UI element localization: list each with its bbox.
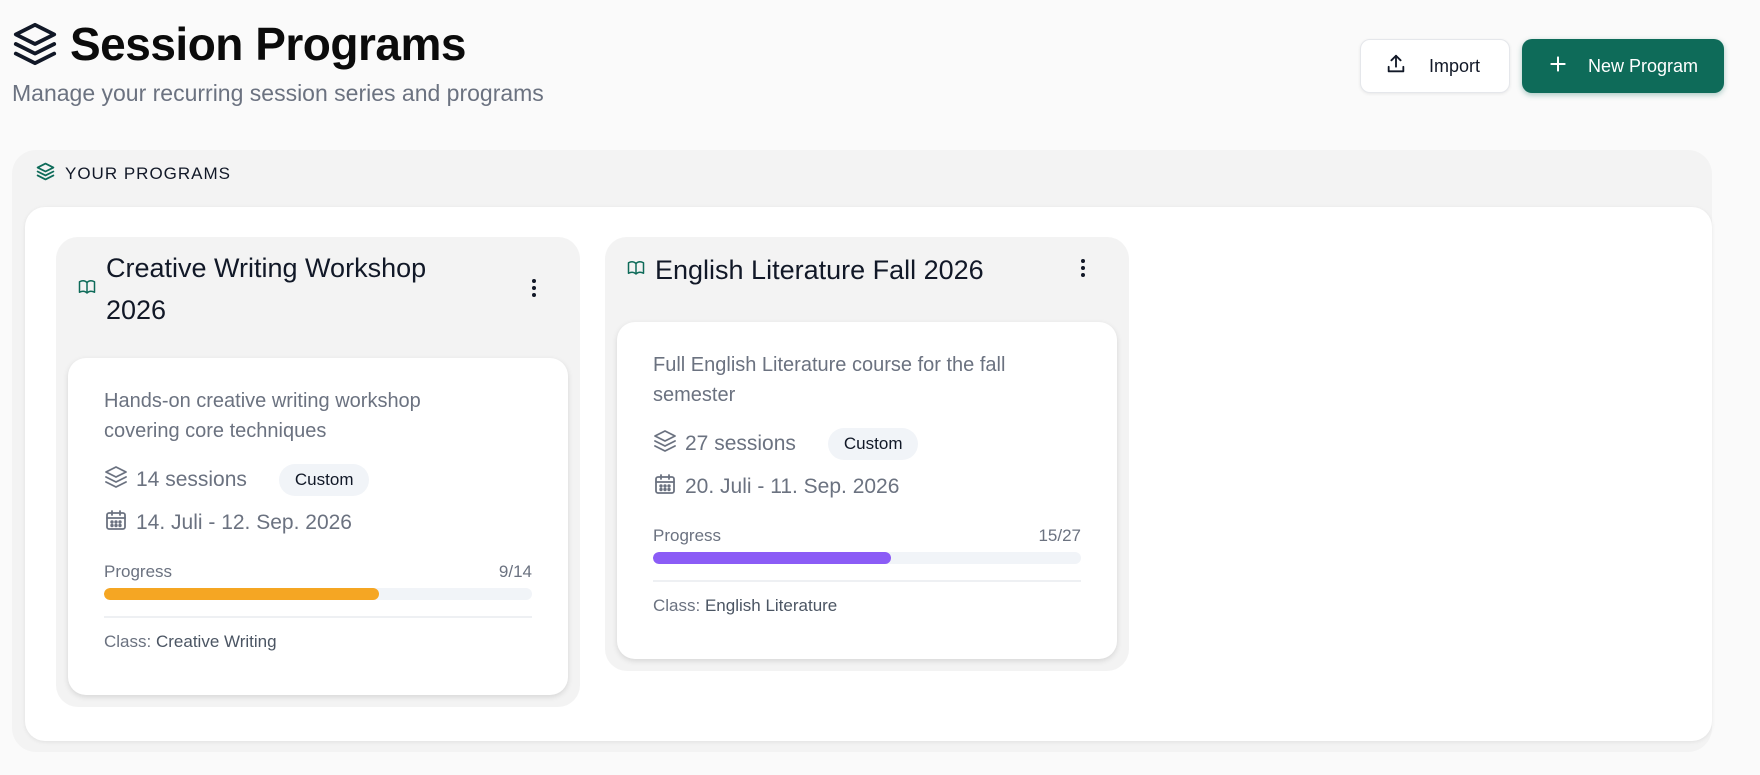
class-label: Class: bbox=[104, 632, 152, 651]
more-options-button[interactable] bbox=[519, 275, 549, 305]
program-card[interactable]: Creative Writing Workshop 2026 Hands-on … bbox=[56, 237, 580, 707]
layers-icon bbox=[36, 162, 55, 186]
layers-icon bbox=[653, 429, 677, 459]
session-count: 27 sessions bbox=[685, 432, 796, 455]
plus-icon bbox=[1548, 54, 1568, 79]
program-description: Hands-on creative writing workshop cover… bbox=[104, 386, 532, 446]
description-line: covering core techniques bbox=[104, 420, 327, 442]
import-label: Import bbox=[1429, 55, 1481, 76]
program-name-line2: 2026 bbox=[106, 295, 167, 325]
program-type-badge: Custom bbox=[278, 464, 370, 496]
progress-fill bbox=[653, 552, 891, 564]
program-details: Hands-on creative writing workshop cover… bbox=[68, 358, 568, 695]
dates-row: 20. Juli - 11. Sep. 2026 bbox=[653, 472, 1081, 502]
progress-fill bbox=[104, 588, 380, 600]
programs-grid: Creative Writing Workshop 2026 Hands-on … bbox=[25, 207, 1712, 741]
programs-section: YOUR PROGRAMS Creative Writing Workshop … bbox=[12, 150, 1712, 752]
session-count: 14 sessions bbox=[136, 468, 247, 491]
more-vertical-icon bbox=[1080, 258, 1086, 283]
progress-header: Progress 15/27 bbox=[653, 526, 1081, 546]
class-value: English Literature bbox=[704, 596, 838, 615]
new-program-label: New Program bbox=[1588, 55, 1699, 76]
program-header: English Literature Fall 2026 bbox=[627, 249, 984, 291]
description-line: semester bbox=[653, 384, 736, 406]
section-title: YOUR PROGRAMS bbox=[65, 164, 232, 183]
divider bbox=[104, 616, 532, 618]
progress-label: Progress bbox=[104, 562, 173, 581]
layers-icon bbox=[104, 465, 128, 495]
description-line: Hands-on creative writing workshop bbox=[104, 390, 421, 412]
program-header: Creative Writing Workshop 2026 bbox=[78, 247, 426, 331]
class-label: Class: bbox=[653, 596, 701, 615]
upload-icon bbox=[1385, 53, 1407, 80]
more-options-button[interactable] bbox=[1068, 255, 1098, 285]
new-program-button[interactable]: New Program bbox=[1522, 39, 1724, 93]
date-range: 20. Juli - 11. Sep. 2026 bbox=[685, 475, 900, 498]
progress-count: 9/14 bbox=[498, 562, 532, 581]
page-header: Session Programs Manage your recurring s… bbox=[12, 16, 544, 107]
program-name: English Literature Fall 2026 bbox=[655, 255, 984, 285]
divider bbox=[653, 580, 1081, 582]
program-name: Creative Writing Workshop bbox=[106, 253, 427, 283]
program-card[interactable]: English Literature Fall 2026 Full Englis… bbox=[605, 237, 1129, 671]
book-icon bbox=[627, 259, 645, 282]
progress-label: Progress bbox=[653, 526, 722, 545]
calendar-icon bbox=[653, 472, 677, 502]
progress-bar bbox=[104, 588, 532, 600]
class-info: Class: English Literature bbox=[653, 596, 1081, 616]
class-info: Class: Creative Writing bbox=[104, 632, 532, 652]
sessions-row: 27 sessions Custom bbox=[653, 428, 1081, 460]
program-description: Full English Literature course for the f… bbox=[653, 350, 1081, 410]
dates-row: 14. Juli - 12. Sep. 2026 bbox=[104, 508, 532, 538]
date-range: 14. Juli - 12. Sep. 2026 bbox=[136, 511, 352, 534]
book-icon bbox=[78, 278, 96, 301]
sessions-row: 14 sessions Custom bbox=[104, 464, 532, 496]
progress-count: 15/27 bbox=[1038, 526, 1081, 545]
page-title: Session Programs bbox=[70, 18, 466, 70]
import-button[interactable]: Import bbox=[1360, 39, 1510, 93]
page-subtitle: Manage your recurring session series and… bbox=[12, 80, 544, 106]
title-row: Session Programs bbox=[12, 16, 544, 72]
header-actions: Import New Program bbox=[1360, 39, 1724, 93]
layers-icon bbox=[12, 21, 58, 67]
progress-header: Progress 9/14 bbox=[104, 562, 532, 582]
class-value: Creative Writing bbox=[155, 632, 277, 651]
more-vertical-icon bbox=[531, 278, 537, 303]
calendar-icon bbox=[104, 508, 128, 538]
program-details: Full English Literature course for the f… bbox=[617, 322, 1117, 659]
program-type-badge: Custom bbox=[827, 428, 919, 460]
progress-bar bbox=[653, 552, 1081, 564]
description-line: Full English Literature course for the f… bbox=[653, 354, 1006, 376]
section-header: YOUR PROGRAMS bbox=[36, 162, 231, 186]
